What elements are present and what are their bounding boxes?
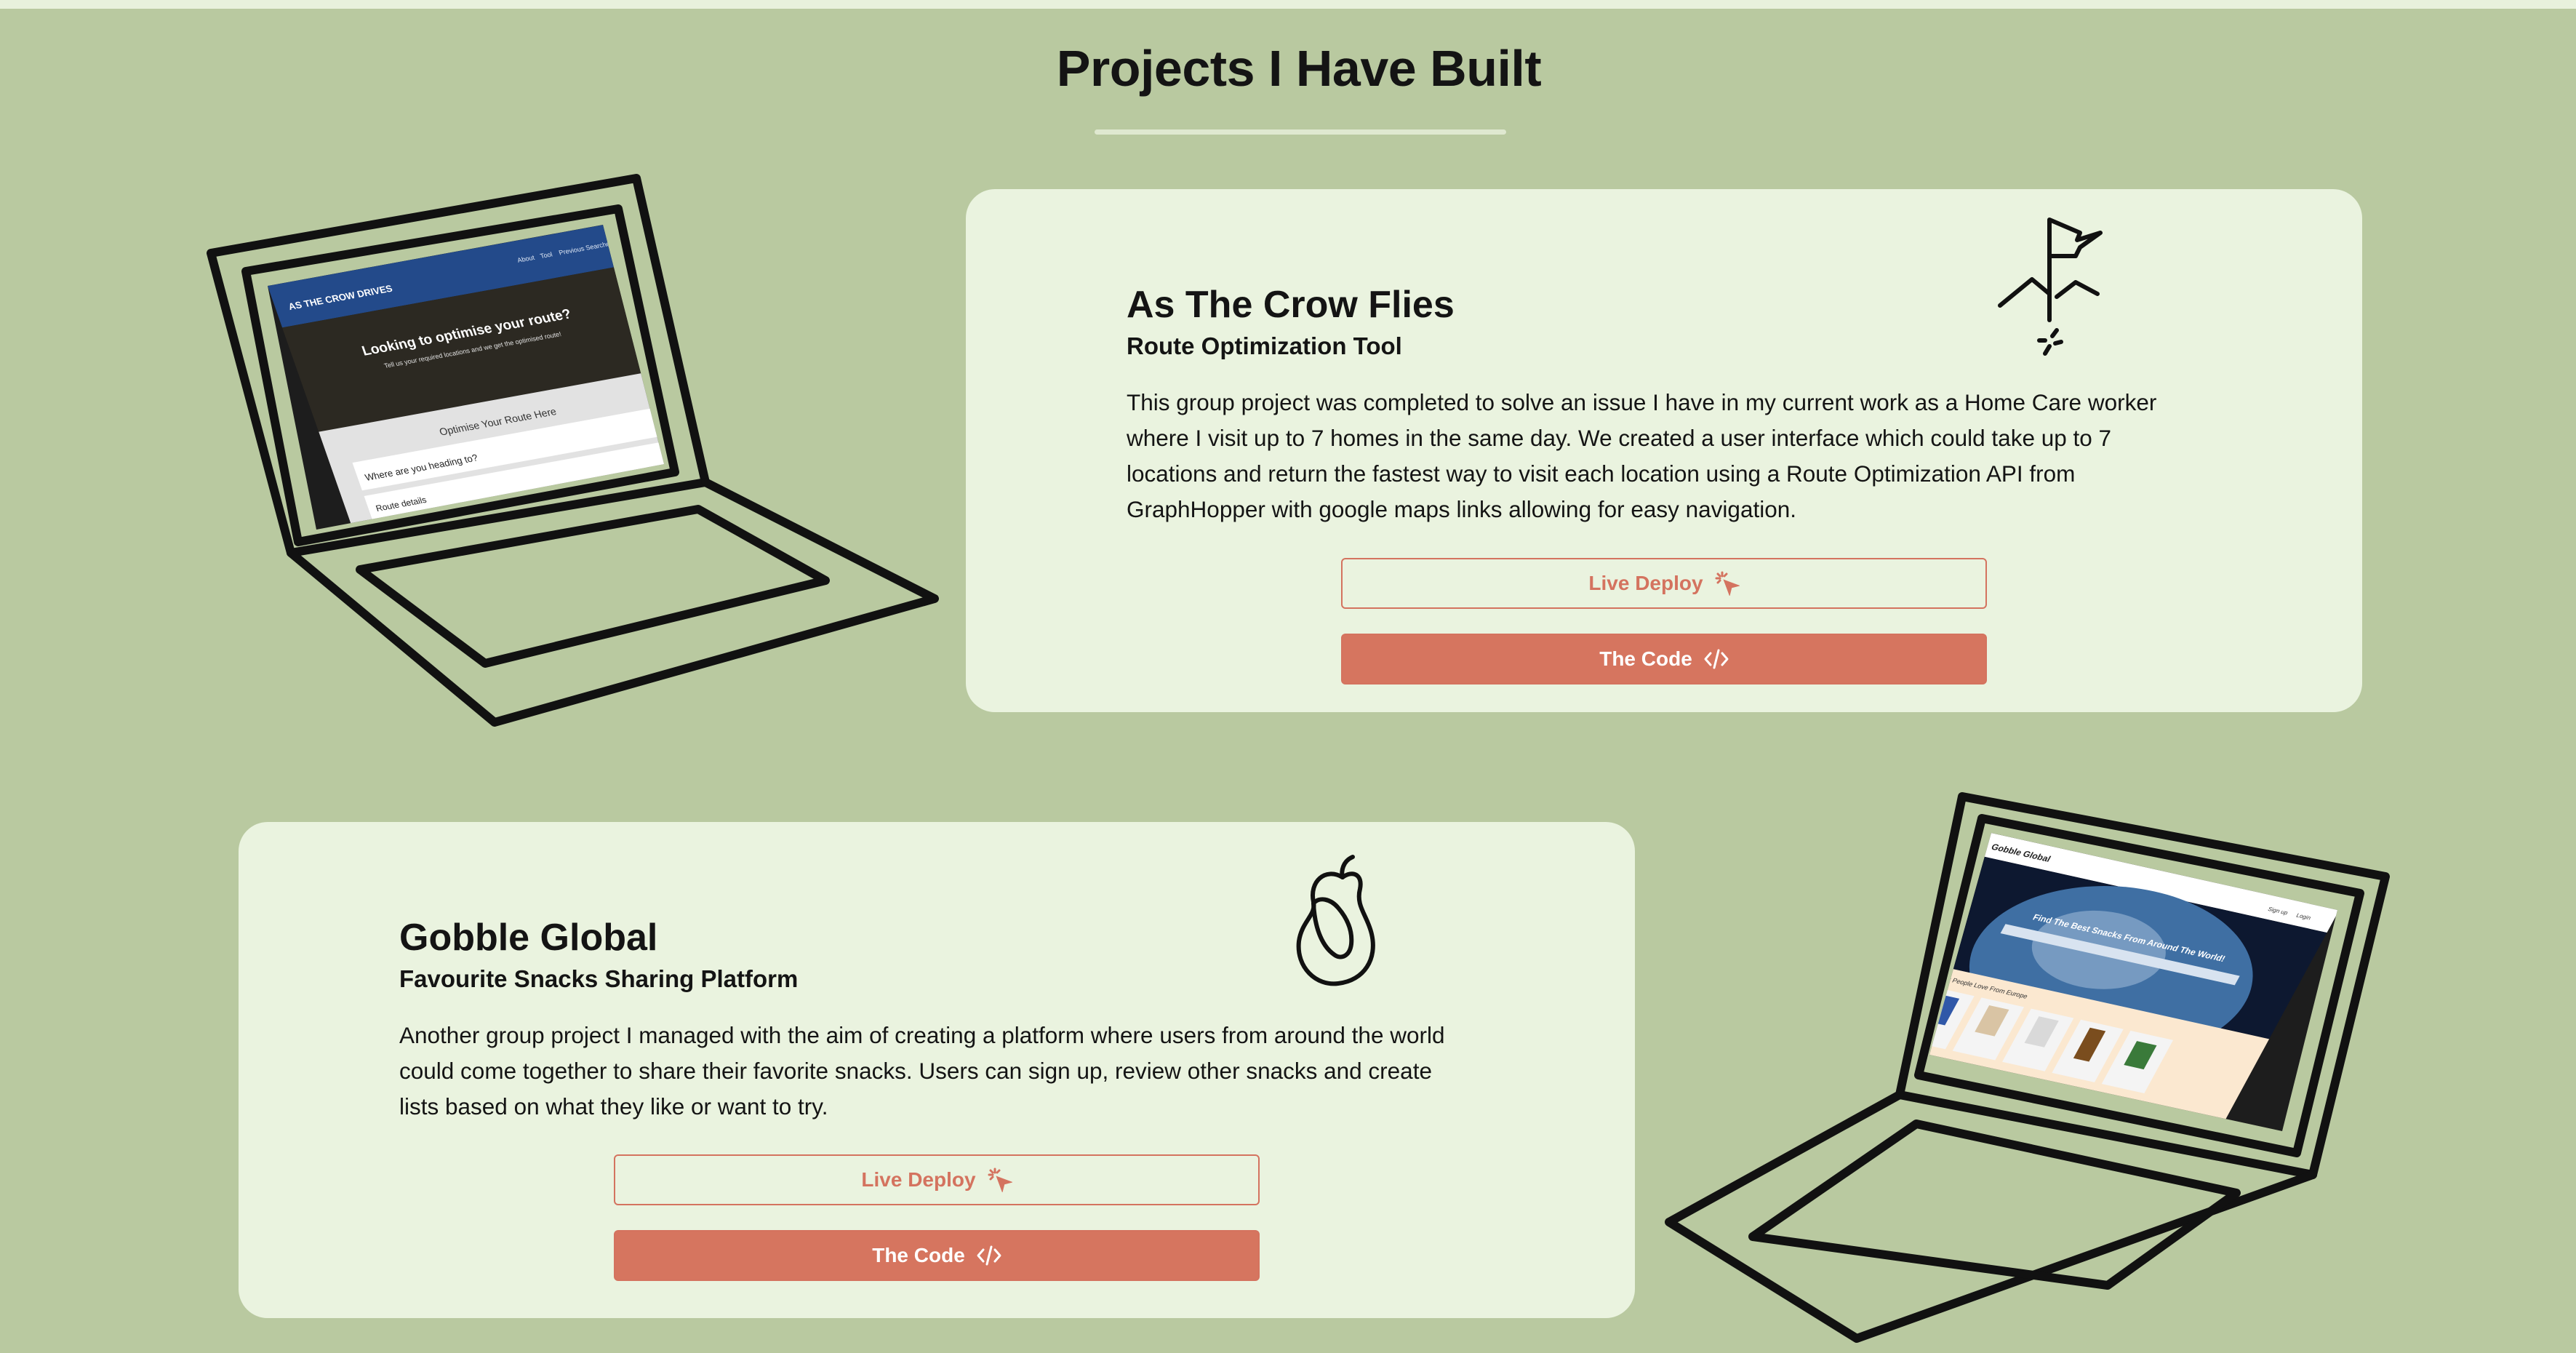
- project-text-gobble: Gobble Global Favourite Snacks Sharing P…: [399, 917, 1468, 1125]
- project-title: As The Crow Flies: [1127, 284, 1455, 326]
- title-underline: [1095, 129, 1506, 135]
- live-deploy-button[interactable]: Live Deploy: [1341, 558, 1987, 609]
- top-strip: [0, 0, 2576, 9]
- project-text-crow: As The Crow Flies Route Optimization Too…: [1127, 284, 2196, 527]
- live-deploy-label: Live Deploy: [861, 1168, 976, 1191]
- project-subtitle: Route Optimization Tool: [1127, 332, 1402, 359]
- laptop-screenshot-gobble: Gobble Global Sign up Login Find The Bes…: [1665, 792, 2390, 1343]
- laptop-screenshot-crow: AS THE CROW DRIVES About Tool Previous S…: [207, 174, 939, 727]
- project-title: Gobble Global: [399, 917, 658, 959]
- the-code-button[interactable]: The Code: [614, 1230, 1260, 1281]
- click-sparkle-icon: [988, 1168, 1012, 1192]
- project-subtitle: Favourite Snacks Sharing Platform: [399, 965, 799, 992]
- code-icon: [977, 1245, 1001, 1266]
- project-card-gobble: Gobble Global Favourite Snacks Sharing P…: [239, 822, 1635, 1318]
- the-code-button[interactable]: The Code: [1341, 634, 1987, 685]
- live-deploy-button[interactable]: Live Deploy: [614, 1154, 1260, 1205]
- project-description: This group project was completed to solv…: [1127, 389, 2157, 523]
- code-icon: [1704, 649, 1729, 669]
- click-sparkle-icon: [1715, 571, 1740, 596]
- the-code-label: The Code: [872, 1244, 965, 1266]
- project-card-crow: As The Crow Flies Route Optimization Too…: [966, 189, 2362, 712]
- the-code-label: The Code: [1599, 647, 1692, 670]
- live-deploy-label: Live Deploy: [1588, 572, 1703, 594]
- project-description: Another group project I managed with the…: [399, 1022, 1445, 1120]
- page-title: Projects I Have Built: [1056, 40, 1542, 97]
